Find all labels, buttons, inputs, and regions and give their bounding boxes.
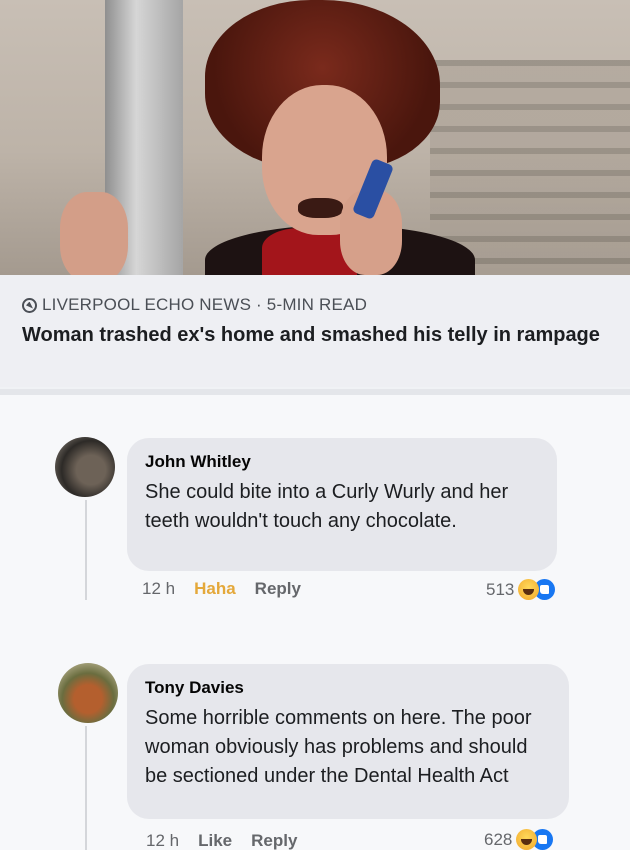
- reaction-count: 513: [486, 579, 515, 599]
- photo-subject-mouth: [298, 198, 343, 218]
- thread-line: [85, 500, 87, 600]
- article-photo[interactable]: [0, 0, 630, 275]
- comment-text: Some horrible comments on here. The poor…: [145, 707, 532, 787]
- article-link-preview[interactable]: LIVERPOOL ECHO NEWS · 5-MIN READ Woman t…: [0, 275, 630, 387]
- comment-actions: 12 h Like Reply: [146, 831, 316, 850]
- reply-button[interactable]: Reply: [255, 579, 301, 599]
- reaction-summary[interactable]: 628: [484, 829, 554, 850]
- like-button[interactable]: Like: [198, 831, 232, 850]
- photo-subject-hand-left: [60, 192, 128, 275]
- photo-background: [430, 60, 630, 275]
- avatar[interactable]: [55, 437, 115, 497]
- comment-bubble: John Whitley She could bite into a Curly…: [127, 438, 557, 571]
- haha-reaction-button[interactable]: Haha: [194, 579, 236, 599]
- thread-line: [85, 726, 87, 850]
- comment-author[interactable]: John Whitley: [145, 452, 539, 472]
- reaction-summary[interactable]: 513: [486, 579, 556, 600]
- comment-timestamp[interactable]: 12 h: [142, 579, 175, 599]
- comment-timestamp[interactable]: 12 h: [146, 831, 179, 850]
- comment-text: She could bite into a Curly Wurly and he…: [145, 481, 509, 532]
- avatar[interactable]: [58, 663, 118, 723]
- article-headline[interactable]: Woman trashed ex's home and smashed his …: [22, 322, 612, 349]
- comment-author[interactable]: Tony Davies: [145, 678, 551, 698]
- reaction-count: 628: [484, 829, 513, 849]
- reply-button[interactable]: Reply: [251, 831, 297, 850]
- article-source-text: LIVERPOOL ECHO NEWS · 5-MIN READ: [42, 295, 368, 314]
- comment-bubble: Tony Davies Some horrible comments on he…: [127, 664, 569, 819]
- article-source: LIVERPOOL ECHO NEWS · 5-MIN READ: [22, 295, 608, 315]
- compass-icon: [22, 297, 37, 313]
- comment-actions: 12 h Haha Reply: [142, 579, 320, 599]
